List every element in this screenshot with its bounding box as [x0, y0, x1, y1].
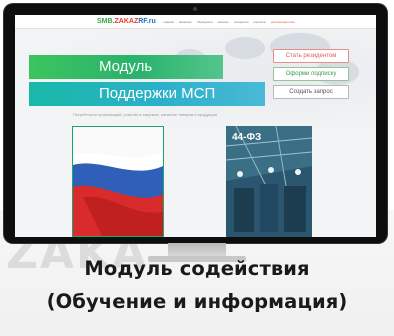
banner-line-2: Поддержки МСП: [29, 82, 265, 106]
promo-card-left[interactable]: [72, 126, 164, 237]
ribbon-flag-image: [73, 151, 163, 236]
caption-line-1: Модуль содействия: [84, 257, 310, 280]
screen: SMB.ZAKAZRF.ru главная вакансии обращени…: [15, 15, 376, 237]
card-label-44fz: 44-ФЗ: [232, 132, 262, 143]
banner-line-1: Модуль: [29, 55, 223, 79]
nav-link-procurement[interactable]: госзакупки: [234, 20, 249, 24]
nav-link-shop[interactable]: магазин: [218, 20, 229, 24]
caption-line-2: (Обучение и информация): [46, 290, 348, 313]
site-header: SMB.ZAKAZRF.ru главная вакансии обращени…: [15, 15, 376, 29]
site-logo[interactable]: SMB.ZAKAZRF.ru: [97, 18, 156, 25]
nav-link-vacancies[interactable]: вакансии: [179, 20, 192, 24]
camera-icon: [193, 7, 197, 11]
create-request-button[interactable]: Создать запрос: [273, 85, 349, 99]
become-resident-button[interactable]: Стать резидентом: [273, 49, 349, 63]
monitor-stand: [168, 243, 226, 257]
nav-link-requests[interactable]: обращения: [197, 20, 213, 24]
nav-link-advertisers[interactable]: рекламодателям: [271, 20, 294, 24]
promo-card-right[interactable]: 44-ФЗ: [226, 126, 312, 237]
monitor-frame: SMB.ZAKAZRF.ru главная вакансии обращени…: [4, 4, 387, 243]
nav-link-contacts[interactable]: контакты: [253, 20, 266, 24]
subscribe-button[interactable]: Оформи подписку: [273, 67, 349, 81]
tagline: Потребности организаций, участие в закуп…: [73, 112, 217, 117]
site-nav: главная вакансии обращения магазин госза…: [163, 20, 294, 24]
nav-link-home[interactable]: главная: [163, 20, 174, 24]
